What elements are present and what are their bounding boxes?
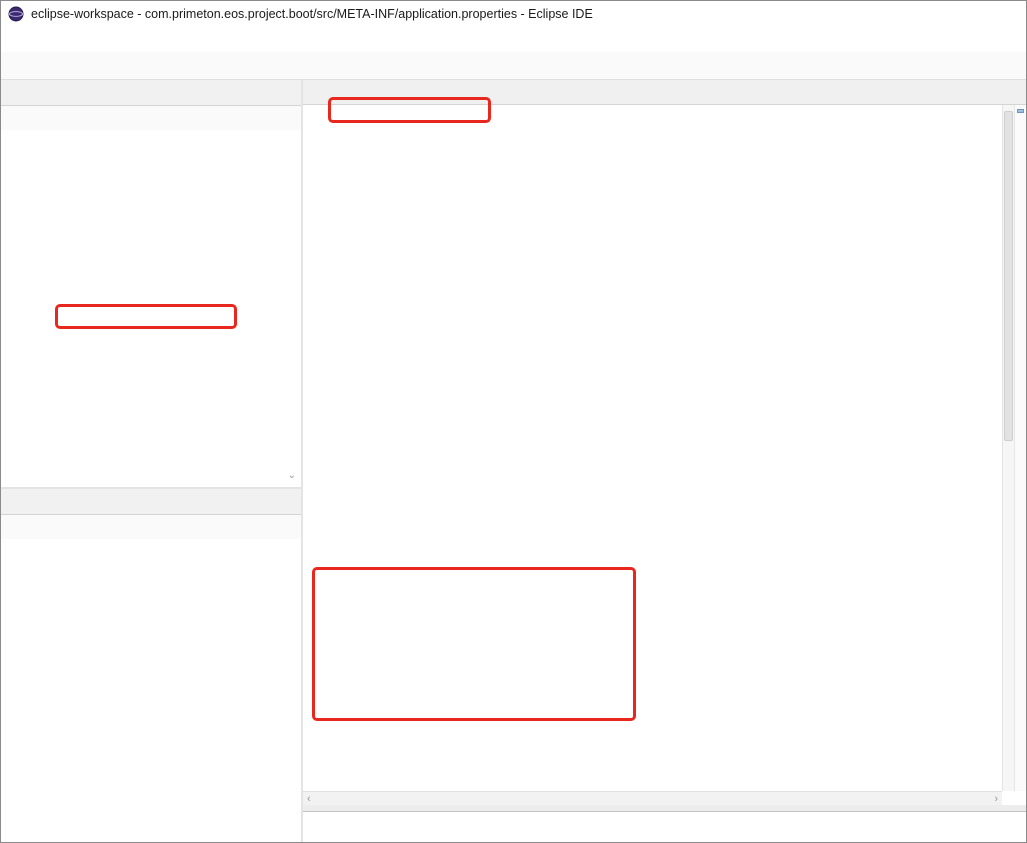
scrollbar-thumb[interactable]: [1004, 111, 1013, 441]
scroll-left-arrow[interactable]: [307, 793, 311, 805]
console-tabbar: [303, 811, 1026, 842]
project-explorer-panel: ⌄: [1, 80, 301, 487]
editor-text-area[interactable]: [303, 105, 1002, 791]
project-explorer-tabbar: [1, 80, 301, 106]
horizontal-splitter[interactable]: [1, 487, 301, 489]
datasource-tree: [1, 541, 301, 843]
editor-area: [303, 80, 1026, 842]
overview-marker: [1017, 109, 1024, 113]
main-toolbar: [1, 52, 1026, 80]
menu-bar: [1, 27, 1026, 52]
editor-horizontal-scrollbar[interactable]: [303, 791, 1002, 805]
overview-ruler[interactable]: [1014, 105, 1026, 791]
project-explorer-tree: [1, 130, 301, 487]
datasource-toolbar: [1, 515, 301, 539]
title-bar: eclipse-workspace - com.primeton.eos.pro…: [1, 1, 1026, 27]
window-title: eclipse-workspace - com.primeton.eos.pro…: [31, 7, 593, 21]
eclipse-ide-window: eclipse-workspace - com.primeton.eos.pro…: [0, 0, 1027, 843]
editor-vertical-scrollbar[interactable]: [1002, 105, 1014, 791]
datasource-tabbar: [1, 489, 301, 515]
project-explorer-toolbar: [1, 106, 301, 130]
editor-tabbar: [303, 80, 1026, 105]
datasource-explorer-panel: [1, 489, 301, 843]
tree-scrollbar-down-arrow[interactable]: ⌄: [288, 470, 296, 481]
eclipse-logo-icon: [8, 6, 24, 22]
scroll-right-arrow[interactable]: [994, 793, 998, 805]
